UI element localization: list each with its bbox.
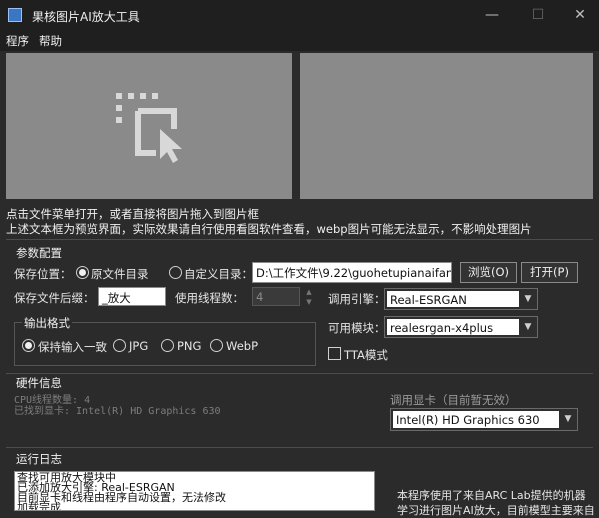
radio-format-webp-label[interactable]: WebP	[226, 339, 258, 353]
open-button[interactable]: 打开(P)	[521, 262, 578, 283]
radio-format-png[interactable]	[161, 339, 174, 352]
divider	[6, 373, 593, 374]
radio-format-webp[interactable]	[210, 339, 223, 352]
model-select-value: realesrgan-x4plus	[387, 319, 519, 335]
threads-input: 4	[252, 287, 300, 306]
params-section-title: 参数配置	[16, 246, 62, 260]
gpu-select-label: 调用显卡（目前暂无效）	[390, 393, 517, 407]
menu-bar	[0, 31, 599, 51]
log-section-title: 运行日志	[16, 452, 62, 466]
divider	[6, 447, 593, 448]
source-image-preview[interactable]	[6, 53, 292, 199]
engine-select-value: Real-ESRGAN	[387, 291, 519, 307]
gpu-found-info: 已找到显卡: Intel(R) HD Graphics 630	[14, 406, 221, 417]
tta-checkbox-label[interactable]: TTA模式	[344, 347, 388, 363]
chevron-down-icon: ▼	[564, 414, 572, 424]
radio-original-dir-label[interactable]: 原文件目录	[91, 266, 149, 282]
drop-image-icon	[116, 93, 182, 163]
maximize-icon[interactable]: ☐	[523, 4, 553, 26]
result-image-preview[interactable]	[300, 53, 593, 199]
spin-up-icon: ▲	[306, 288, 312, 296]
gpu-select[interactable]: Intel(R) HD Graphics 630 ▼	[390, 408, 578, 431]
browse-button[interactable]: 浏览(O)	[460, 262, 517, 283]
divider	[6, 239, 593, 240]
radio-format-keep[interactable]	[22, 339, 35, 352]
suffix-input[interactable]: _放大	[98, 287, 166, 306]
radio-custom-dir-label[interactable]: 自定义目录：	[184, 266, 253, 282]
app-icon	[8, 8, 22, 22]
radio-original-dir[interactable]	[76, 266, 89, 279]
menu-help[interactable]: 帮助	[39, 33, 62, 49]
window-title: 果核图片AI放大工具	[32, 10, 140, 24]
hint-text-1: 点击文件菜单打开，或者直接将图片拖入到图片框	[6, 207, 259, 221]
custom-dir-input[interactable]: D:\工作文件\9.22\guohetupianaifangda\	[252, 262, 452, 283]
model-label: 可用模块：	[328, 321, 386, 335]
radio-custom-dir[interactable]	[169, 266, 182, 279]
threads-label: 使用线程数：	[175, 291, 244, 305]
model-select[interactable]: realesrgan-x4plus ▼	[384, 316, 538, 338]
spin-down-icon: ▼	[306, 298, 312, 306]
suffix-label: 保存文件后缀：	[14, 291, 95, 305]
close-icon[interactable]: ✕	[565, 4, 595, 26]
save-location-label: 保存位置：	[14, 267, 72, 281]
gpu-select-value: Intel(R) HD Graphics 630	[393, 411, 559, 428]
radio-format-jpg[interactable]	[113, 339, 126, 352]
output-format-title: 输出格式	[22, 315, 72, 331]
log-line: 目前显卡和线程由程序自动设置，无法修改	[17, 491, 226, 504]
minimize-icon[interactable]: —	[477, 4, 507, 26]
hardware-section-title: 硬件信息	[16, 376, 62, 390]
hint-text-2: 上述文本框为预览界面，实际效果请自行使用看图软件查看，webp图片可能无法显示，…	[6, 222, 532, 236]
engine-label: 调用引擎：	[328, 292, 386, 306]
radio-format-jpg-label[interactable]: JPG	[129, 339, 148, 353]
chevron-down-icon: ▼	[524, 322, 532, 332]
radio-format-png-label[interactable]: PNG	[177, 339, 201, 353]
log-line: 加载完成	[17, 501, 61, 511]
menu-program[interactable]: 程序	[6, 33, 29, 49]
tta-checkbox[interactable]	[328, 347, 341, 360]
log-textbox[interactable]: 查找可用放大模块中 已添加放大引擎: Real-ESRGAN 目前显卡和线程由程…	[14, 471, 375, 511]
about-text-1: 本程序使用了来自ARC Lab提供的机器	[397, 489, 586, 502]
chevron-down-icon: ▼	[524, 294, 532, 304]
about-text-2: 学习进行图片AI放大，目前模型主要来自	[397, 504, 595, 517]
radio-format-keep-label[interactable]: 保持输入一致	[38, 339, 107, 355]
engine-select[interactable]: Real-ESRGAN ▼	[384, 288, 538, 310]
